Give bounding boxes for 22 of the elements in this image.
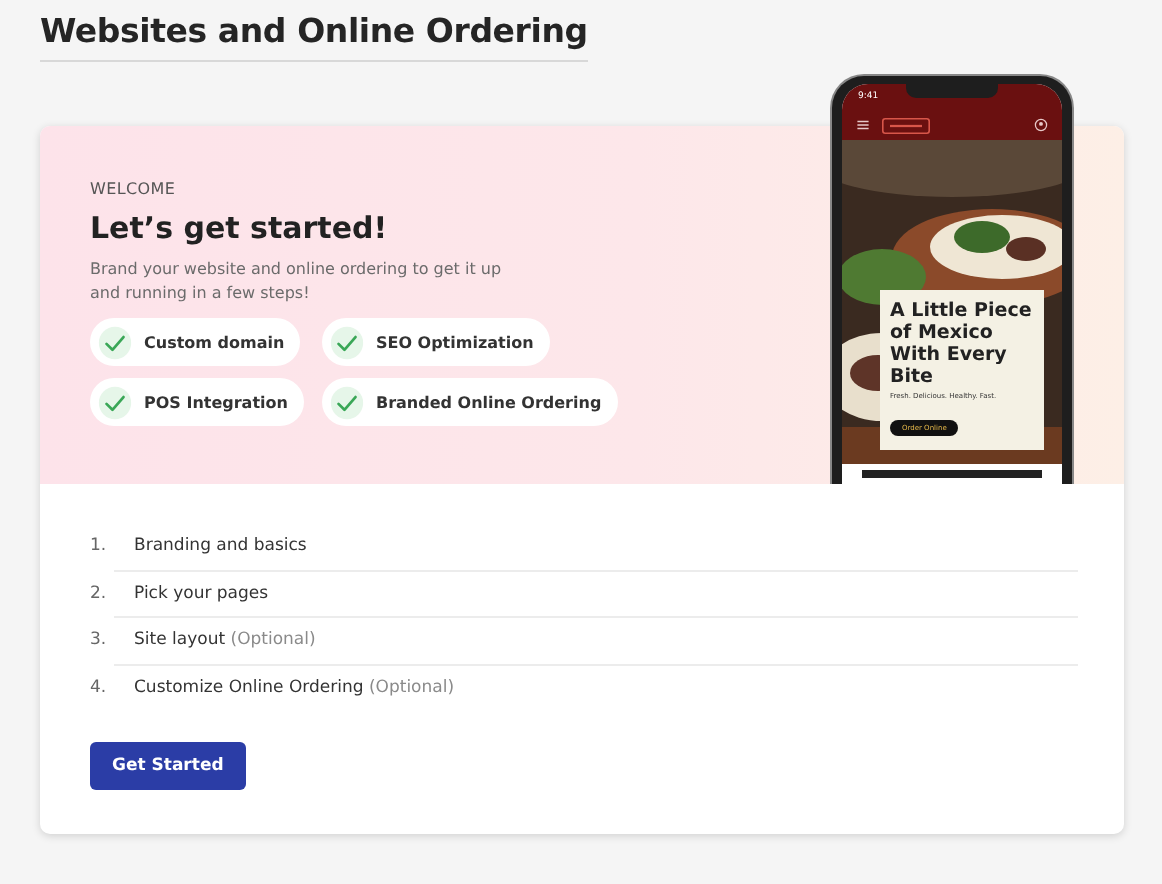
promo-headline: A Little Piece of Mexico With Every Bite [890, 300, 1034, 388]
hero-description: Brand your website and online ordering to get it up and running in a few steps! [90, 258, 504, 306]
step-number: 4. [90, 677, 109, 698]
phone-notch [906, 84, 998, 98]
step-number: 1. [90, 536, 109, 557]
step-label: Customize Online Ordering (Optional) [134, 677, 455, 698]
step-number: 2. [90, 583, 109, 604]
get-started-button[interactable]: Get Started [90, 742, 246, 790]
hero-heading: Let’s get started! [90, 210, 390, 246]
feature-label: Custom domain [144, 333, 285, 351]
feature-label: POS Integration [144, 393, 288, 411]
eyebrow-label: WELCOME [90, 180, 178, 198]
step-label: Pick your pages [134, 583, 269, 604]
step-label: Site layout (Optional) [134, 630, 316, 651]
logo-icon [880, 117, 932, 133]
page-title: Websites and Online Ordering [40, 12, 588, 62]
menu-icon[interactable] [856, 118, 870, 132]
feature-label: Branded Online Ordering [375, 393, 602, 411]
feature-label: SEO Optimization [375, 333, 534, 351]
step-label: Branding and basics [134, 536, 307, 557]
user-icon[interactable] [1034, 118, 1048, 132]
step-number: 3. [90, 630, 109, 651]
